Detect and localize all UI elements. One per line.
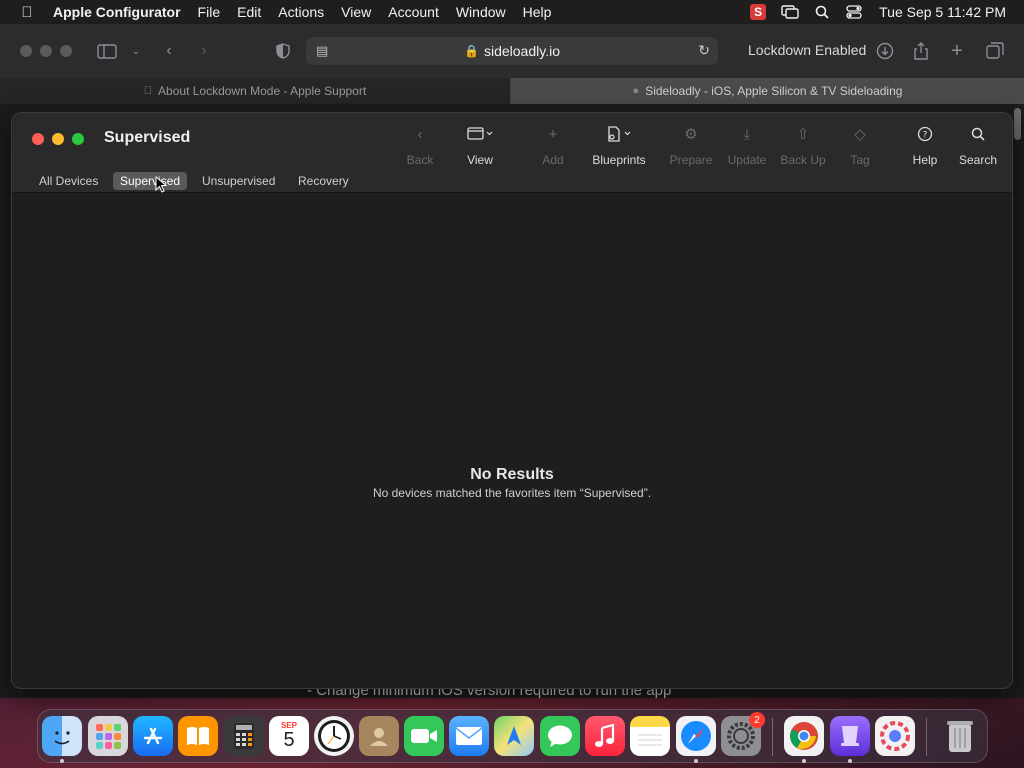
back-chevron-icon: ‹ — [417, 125, 423, 143]
tag-button[interactable]: ◇ Tag — [825, 123, 895, 167]
dock: SEP 5 2 — [37, 709, 988, 763]
messages-icon[interactable] — [540, 716, 580, 756]
view-button[interactable]: View — [445, 123, 515, 167]
menu-actions[interactable]: Actions — [278, 4, 324, 20]
menu-file[interactable]: File — [198, 4, 221, 20]
back-chevron-icon[interactable]: ‹ — [157, 39, 181, 63]
tab-label: Sideloadly - iOS, Apple Silicon & TV Sid… — [645, 84, 903, 98]
menu-clock[interactable]: Tue Sep 5 11:42 PM — [879, 4, 1006, 20]
tab-label: About Lockdown Mode - Apple Support — [153, 84, 366, 98]
blueprint-icon — [606, 123, 632, 145]
contacts-icon[interactable] — [359, 716, 399, 756]
calendar-icon[interactable]: SEP 5 — [269, 716, 309, 756]
maps-icon[interactable] — [494, 716, 534, 756]
dock-separator — [926, 718, 927, 756]
sideloadly-favicon-icon: ● — [632, 85, 640, 97]
browser-tab-bar:  About Lockdown Mode - Apple Support ● … — [0, 78, 1024, 104]
browser-close-button[interactable] — [20, 45, 32, 57]
launchpad-icon[interactable] — [88, 716, 128, 756]
scope-recovery[interactable]: Recovery — [291, 172, 356, 190]
menu-app-name[interactable]: Apple Configurator — [53, 4, 181, 20]
empty-state-title: No Results — [470, 466, 554, 483]
blueprints-button[interactable]: Blueprints — [584, 123, 654, 167]
facetime-icon[interactable] — [404, 716, 444, 756]
svg-text:?: ? — [923, 131, 928, 141]
sidebar-chevron-down-icon[interactable]: ⌄ — [124, 39, 148, 63]
search-button[interactable]: Search — [943, 123, 1012, 167]
tab-overview-icon[interactable] — [983, 39, 1007, 63]
dock-separator — [772, 718, 773, 756]
menu-bar:  Apple Configurator File Edit Actions V… — [0, 0, 1024, 24]
clock-icon[interactable] — [314, 716, 354, 756]
system-settings-icon[interactable]: 2 — [721, 712, 765, 756]
lock-icon: 🔒 — [464, 44, 479, 58]
backup-upload-icon: ⇧ — [796, 126, 810, 143]
chrome-running-dot — [802, 759, 806, 763]
configurator-window: Supervised ‹ Back View + Add Blueprints … — [11, 112, 1013, 689]
lockdown-status: Lockdown Enabled — [748, 42, 867, 58]
share-icon[interactable] — [909, 39, 933, 63]
window-minimize-button[interactable] — [52, 133, 64, 145]
update-download-icon: ⤓ — [743, 125, 751, 143]
finder-running-dot — [60, 759, 64, 763]
finder-icon[interactable] — [42, 716, 82, 756]
empty-state-message: No devices matched the favorites item “S… — [372, 486, 652, 500]
apple-favicon-icon:  — [144, 85, 152, 97]
window-close-button[interactable] — [32, 133, 44, 145]
tab-lockdown-support[interactable]:  About Lockdown Mode - Apple Support — [0, 78, 511, 104]
sideloadly-status-icon[interactable]: S — [749, 3, 767, 21]
trash-icon[interactable] — [940, 716, 980, 756]
control-center-icon[interactable] — [845, 3, 863, 21]
configurator-running-dot — [848, 759, 852, 763]
music-icon[interactable] — [585, 716, 625, 756]
spotlight-search-icon[interactable] — [813, 3, 831, 21]
browser-zoom-button[interactable] — [60, 45, 72, 57]
search-icon — [971, 123, 985, 145]
sideloadly-icon[interactable] — [875, 716, 915, 756]
address-bar[interactable]: ▤ 🔒 sideloadly.io ↻ — [306, 37, 718, 65]
window-title: Supervised — [104, 129, 191, 146]
add-button[interactable]: + Add — [518, 123, 588, 168]
browser-minimize-button[interactable] — [40, 45, 52, 57]
mouse-cursor-icon — [155, 176, 167, 193]
downloads-icon[interactable] — [873, 39, 897, 63]
menu-window[interactable]: Window — [456, 4, 506, 20]
plus-icon: + — [548, 125, 558, 143]
sidebar-toggle-icon[interactable] — [95, 39, 119, 63]
help-question-icon: ? — [917, 123, 933, 145]
browser-toolbar: ⌄ ‹ › ▤ 🔒 sideloadly.io ↻ Lockdown Enabl… — [0, 24, 1024, 78]
new-tab-plus-icon[interactable]: + — [945, 39, 969, 63]
chrome-icon[interactable] — [784, 716, 824, 756]
menu-account[interactable]: Account — [388, 4, 439, 20]
scope-all-devices[interactable]: All Devices — [32, 172, 105, 190]
view-window-icon — [467, 123, 493, 145]
reload-icon[interactable]: ↻ — [698, 42, 710, 59]
menu-edit[interactable]: Edit — [237, 4, 261, 20]
books-icon[interactable] — [178, 716, 218, 756]
address-text: sideloadly.io — [483, 43, 560, 59]
window-zoom-button[interactable] — [72, 133, 84, 145]
settings-badge: 2 — [749, 712, 765, 728]
scope-unsupervised[interactable]: Unsupervised — [195, 172, 282, 190]
tag-icon: ◇ — [854, 126, 866, 143]
menu-view[interactable]: View — [341, 4, 371, 20]
forward-chevron-icon[interactable]: › — [192, 39, 216, 63]
scope-supervised[interactable]: Supervised — [113, 172, 188, 190]
calculator-icon[interactable] — [224, 716, 264, 756]
privacy-shield-icon[interactable] — [271, 39, 295, 63]
page-scrollbar[interactable] — [1014, 108, 1021, 140]
app-store-icon[interactable] — [133, 716, 173, 756]
menu-help[interactable]: Help — [523, 4, 552, 20]
prepare-gear-icon: ⚙ — [684, 126, 698, 143]
mail-icon[interactable] — [449, 716, 489, 756]
apple-configurator-icon[interactable] — [830, 716, 870, 756]
safari-icon[interactable] — [676, 716, 716, 756]
notes-icon[interactable] — [630, 716, 670, 756]
reader-icon[interactable]: ▤ — [316, 43, 328, 59]
calendar-day: 5 — [283, 728, 295, 751]
screen-mirroring-icon[interactable] — [781, 3, 799, 21]
safari-running-dot — [694, 759, 698, 763]
tab-sideloadly[interactable]: ● Sideloadly - iOS, Apple Silicon & TV S… — [511, 78, 1024, 104]
apple-menu-icon[interactable]:  — [16, 4, 38, 21]
